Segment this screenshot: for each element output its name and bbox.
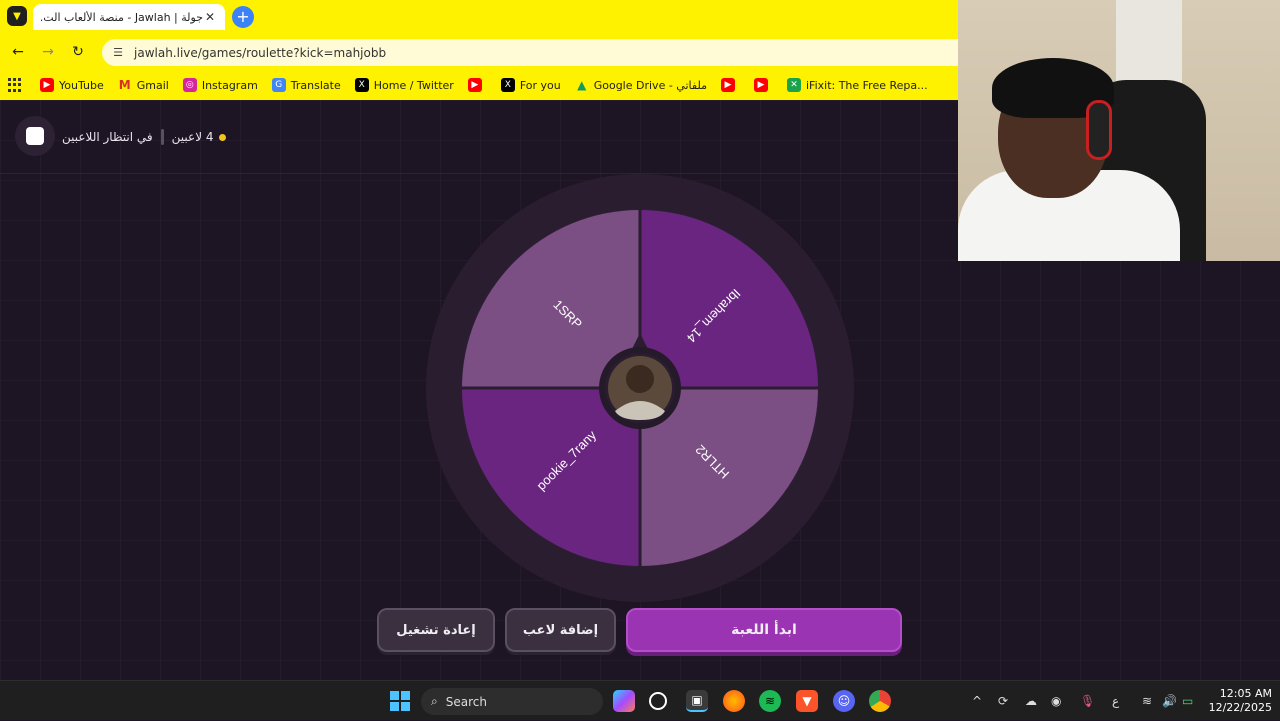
status-divider bbox=[160, 129, 164, 145]
bookmark-label: Gmail bbox=[136, 78, 169, 92]
windows-taskbar: ⌕ Search ▣ ≋ ▼ ☺ ^ ⟳ ☁ ◉ 🎙 ع ≋ 🔊 ▭ 12:05… bbox=[0, 680, 1280, 720]
youtube-icon: ▶ bbox=[467, 78, 482, 92]
waiting-text: في انتظار اللاعبين bbox=[62, 130, 153, 144]
close-icon[interactable]: ✕ bbox=[203, 10, 217, 24]
language-indicator[interactable]: ع bbox=[1112, 681, 1119, 721]
bookmark-label: Translate bbox=[290, 78, 341, 92]
discord-icon[interactable]: ☺ bbox=[833, 690, 855, 712]
address-bar[interactable]: ☰ jawlah.live/games/roulette?kick=mahjob… bbox=[102, 39, 958, 66]
player-count: 4 لاعبين bbox=[171, 130, 214, 144]
bookmark-twitter-home[interactable]: X Home / Twitter bbox=[354, 78, 454, 92]
kick-app-icon[interactable]: ▣ bbox=[686, 690, 708, 712]
game-header: في انتظار اللاعبين 4 لاعبين bbox=[0, 100, 958, 174]
add-player-button[interactable]: إضافة لاعب bbox=[505, 608, 616, 652]
player-status: في انتظار اللاعبين 4 لاعبين bbox=[62, 128, 226, 146]
start-game-button[interactable]: ابدأ اللعبة bbox=[626, 608, 902, 652]
x-icon: X bbox=[500, 78, 515, 92]
bookmark-instagram[interactable]: ◎ Instagram bbox=[182, 78, 258, 92]
youtube-icon: ▶ bbox=[753, 78, 768, 92]
bookmark-label: iFixit: The Free Repa... bbox=[805, 78, 928, 92]
clock-time: 12:05 AM bbox=[1219, 687, 1272, 700]
obs-icon[interactable] bbox=[649, 692, 667, 710]
reload-icon[interactable]: ↻ bbox=[68, 42, 88, 62]
bookmark-translate[interactable]: G Translate bbox=[271, 78, 341, 92]
chrome-icon[interactable] bbox=[869, 690, 891, 712]
bookmark-youtube[interactable]: ▶ YouTube bbox=[40, 78, 104, 92]
bookmark-label: Google Drive - ملفاتي bbox=[593, 78, 707, 92]
browser-toolbar: ← → ↻ ☰ jawlah.live/games/roulette?kick=… bbox=[0, 34, 958, 70]
clock-date: 12/22/2025 bbox=[1208, 701, 1272, 714]
chevron-down-icon: ▼ bbox=[13, 10, 21, 22]
tab-title: جولة | Jawlah - منصة الألعاب الت... bbox=[41, 10, 203, 24]
sync-icon[interactable]: ⟳ bbox=[998, 681, 1008, 721]
wifi-icon[interactable]: ≋ bbox=[1142, 681, 1152, 721]
google-drive-icon: ▲ bbox=[577, 78, 587, 92]
bookmark-youtube-2[interactable]: ▶ bbox=[467, 78, 487, 92]
tab-search-button[interactable]: ▼ bbox=[7, 6, 27, 26]
system-clock[interactable]: 12:05 AM 12/22/2025 bbox=[1206, 687, 1272, 715]
wheel-svg: Ibrahem_14HTLR2pookie_7rany1SRP bbox=[426, 174, 854, 602]
site-info-icon[interactable]: ☰ bbox=[110, 45, 126, 61]
search-icon: ⌕ bbox=[431, 694, 438, 708]
x-icon: X bbox=[354, 78, 369, 92]
jawlah-logo-icon[interactable] bbox=[15, 116, 55, 156]
bookmark-youtube-4[interactable]: ▶ bbox=[753, 78, 773, 92]
restart-button[interactable]: إعادة تشغيل bbox=[377, 608, 495, 652]
active-tab[interactable]: جولة | Jawlah - منصة الألعاب الت... ✕ bbox=[33, 4, 225, 30]
steam-icon[interactable]: ◉ bbox=[1051, 681, 1061, 721]
back-icon[interactable]: ← bbox=[8, 42, 28, 62]
copilot-icon[interactable] bbox=[613, 690, 635, 712]
bookmark-label: Instagram bbox=[201, 78, 258, 92]
bookmark-gmail[interactable]: M Gmail bbox=[118, 78, 169, 92]
bookmark-google-drive[interactable]: ▲ Google Drive - ملفاتي bbox=[575, 78, 707, 92]
new-tab-button[interactable]: + bbox=[232, 6, 254, 28]
avatar-head-icon bbox=[626, 365, 654, 393]
spotify-icon[interactable]: ≋ bbox=[759, 690, 781, 712]
battery-icon[interactable]: ▭ bbox=[1182, 681, 1193, 721]
webcam-overlay bbox=[958, 0, 1280, 261]
status-dot-icon bbox=[218, 133, 226, 141]
youtube-icon: ▶ bbox=[40, 78, 54, 92]
gmail-icon: M bbox=[118, 78, 131, 92]
instagram-icon: ◎ bbox=[182, 78, 197, 92]
tab-bar: ▼ جولة | Jawlah - منصة الألعاب الت... ✕ … bbox=[0, 0, 958, 34]
onedrive-icon[interactable]: ☁ bbox=[1025, 681, 1037, 721]
bookmark-label: For you bbox=[519, 78, 561, 92]
bookmark-ifixit[interactable]: ✕ iFixit: The Free Repa... bbox=[786, 78, 928, 92]
volume-icon[interactable]: 🔊 bbox=[1162, 681, 1177, 721]
bookmark-for-you[interactable]: X For you bbox=[500, 78, 561, 92]
youtube-icon: ▶ bbox=[720, 78, 735, 92]
brave-icon[interactable]: ▼ bbox=[796, 690, 818, 712]
taskbar-search[interactable]: ⌕ Search bbox=[421, 688, 603, 715]
bookmark-youtube-3[interactable]: ▶ bbox=[720, 78, 740, 92]
microphone-icon[interactable]: 🎙 bbox=[1080, 681, 1095, 721]
roulette-wheel[interactable]: Ibrahem_14 HTLR2 pookie_7rany 1SRP bbox=[425, 173, 855, 603]
bookmarks-bar: ▶ YouTube M Gmail ◎ Instagram G Translate XH… bbox=[0, 70, 958, 100]
url-text: jawlah.live/games/roulette?kick=mahjobb bbox=[134, 45, 387, 60]
headset-icon bbox=[1086, 100, 1112, 160]
forward-icon[interactable]: → bbox=[38, 42, 58, 62]
bookmark-label: YouTube bbox=[59, 78, 104, 92]
bookmark-label: Home / Twitter bbox=[373, 78, 454, 92]
ifixit-icon: ✕ bbox=[786, 78, 801, 92]
firefox-icon[interactable] bbox=[723, 690, 745, 712]
apps-grid-icon[interactable] bbox=[8, 78, 22, 92]
windows-start-icon[interactable] bbox=[389, 690, 411, 712]
search-label: Search bbox=[445, 694, 487, 709]
translate-icon: G bbox=[271, 78, 286, 92]
tray-overflow-icon[interactable]: ^ bbox=[972, 681, 982, 721]
